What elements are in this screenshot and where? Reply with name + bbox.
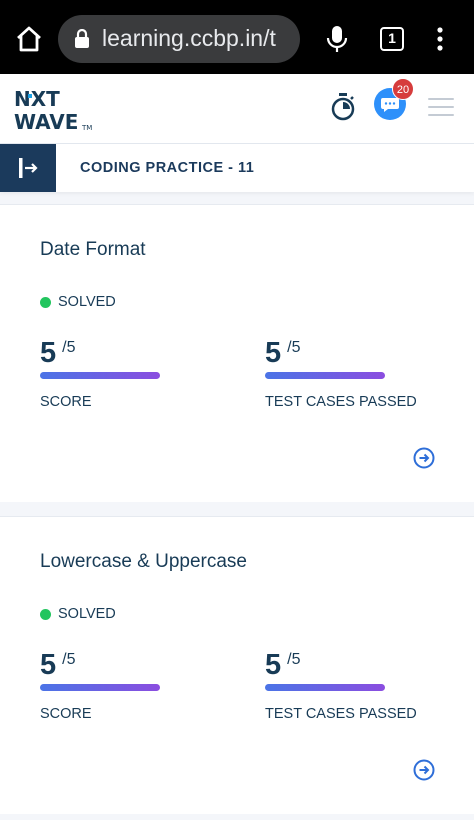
mic-icon[interactable] [326, 24, 348, 54]
score-value: 5 [40, 337, 57, 369]
timer-icon[interactable] [330, 92, 356, 122]
logo-line2: WAVE [14, 110, 78, 134]
score-progress-bar [40, 372, 160, 379]
app-header: NXT WAVE TM 20 [0, 74, 474, 144]
home-icon[interactable] [14, 24, 44, 54]
more-vert-icon[interactable] [432, 26, 448, 52]
logo-line1: NXT [14, 87, 60, 111]
score-metric: 5/5 SCORE [40, 337, 160, 410]
tests-total: /5 [287, 651, 301, 668]
notification-badge: 20 [392, 78, 414, 100]
status-badge: SOLVED [40, 294, 116, 310]
tabs-icon[interactable]: 1 [380, 27, 404, 51]
test-cases-metric: 5/5 TEST CASES PASSED [265, 649, 417, 722]
arrow-right-circle-icon[interactable] [413, 447, 435, 469]
solved-dot-icon [40, 608, 51, 620]
sidebar-toggle-button[interactable] [0, 144, 56, 192]
nxtwave-logo[interactable]: NXT WAVE TM [14, 84, 104, 134]
status-text: SOLVED [58, 606, 116, 622]
tests-total: /5 [287, 339, 301, 356]
practice-title: CODING PRACTICE - 11 [80, 160, 255, 176]
practice-bar: CODING PRACTICE - 11 [0, 144, 474, 192]
score-label: SCORE [40, 394, 92, 410]
score-label: SCORE [40, 706, 92, 722]
question-card[interactable]: Date Format SOLVED 5/5 SCORE 5/5 TEST CA… [0, 204, 474, 502]
lock-icon [75, 29, 89, 48]
tests-value: 5 [265, 649, 282, 681]
score-total: /5 [62, 651, 76, 668]
url-text: learning.ccbp.in/t [102, 25, 276, 51]
solved-dot-icon [40, 296, 51, 308]
question-title: Lowercase & Uppercase [40, 551, 247, 572]
browser-toolbar: learning.ccbp.in/t 1 [0, 0, 474, 74]
score-total: /5 [62, 339, 76, 356]
arrow-right-circle-icon[interactable] [413, 759, 435, 781]
expand-arrow-icon [19, 158, 38, 178]
logo-tm: TM [81, 124, 92, 132]
tests-progress-bar [265, 372, 385, 379]
test-cases-metric: 5/5 TEST CASES PASSED [265, 337, 417, 410]
tests-value: 5 [265, 337, 282, 369]
tests-label: TEST CASES PASSED [265, 706, 417, 722]
score-value: 5 [40, 649, 57, 681]
question-card[interactable]: Lowercase & Uppercase SOLVED 5/5 SCORE 5… [0, 516, 474, 814]
question-title: Date Format [40, 239, 146, 260]
status-badge: SOLVED [40, 606, 116, 622]
score-metric: 5/5 SCORE [40, 649, 160, 722]
url-bar[interactable]: learning.ccbp.in/t [58, 15, 300, 63]
status-text: SOLVED [58, 294, 116, 310]
menu-icon[interactable] [428, 98, 454, 118]
tests-progress-bar [265, 684, 385, 691]
score-progress-bar [40, 684, 160, 691]
tests-label: TEST CASES PASSED [265, 394, 417, 410]
